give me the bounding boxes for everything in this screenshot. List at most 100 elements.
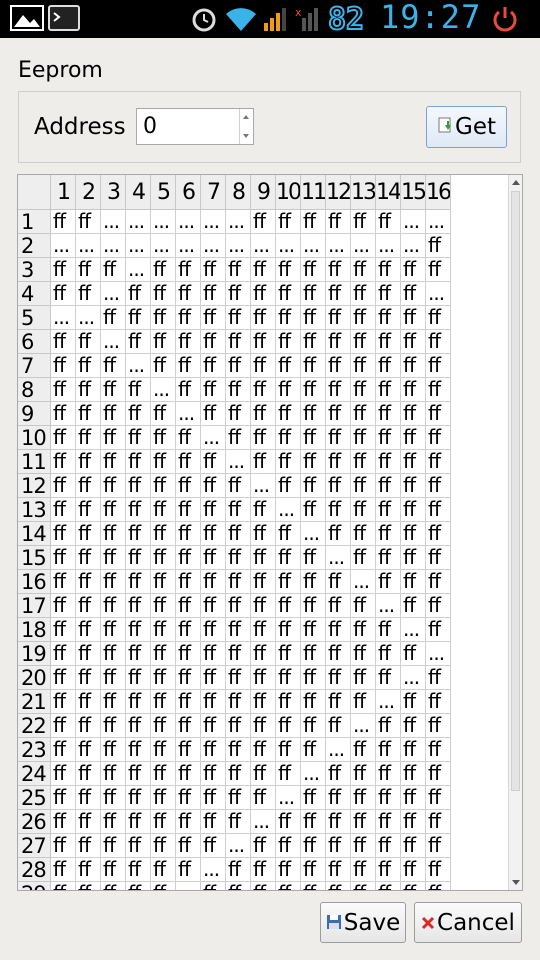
table-cell[interactable]: ff	[426, 810, 451, 834]
table-cell[interactable]: ff	[226, 690, 251, 714]
table-cell[interactable]: ff	[101, 402, 126, 426]
table-cell[interactable]: ff	[251, 210, 276, 234]
table-cell[interactable]: ff	[151, 786, 176, 810]
table-cell[interactable]: ff	[176, 330, 201, 354]
table-cell[interactable]: ff	[76, 258, 101, 282]
column-header[interactable]: 7	[201, 175, 226, 210]
table-cell[interactable]: ...	[201, 210, 226, 234]
table-cell[interactable]: ff	[126, 642, 151, 666]
column-header[interactable]: 10	[276, 175, 301, 210]
spin-up-icon[interactable]	[243, 115, 249, 119]
row-header[interactable]: 28	[18, 858, 51, 882]
table-cell[interactable]: ff	[376, 762, 401, 786]
table-cell[interactable]: ff	[126, 306, 151, 330]
table-cell[interactable]: ff	[151, 306, 176, 330]
table-cell[interactable]: ff	[301, 642, 326, 666]
table-cell[interactable]: ff	[401, 306, 426, 330]
table-cell[interactable]: ff	[401, 402, 426, 426]
table-cell[interactable]: ff	[101, 666, 126, 690]
table-cell[interactable]: ff	[301, 498, 326, 522]
table-cell[interactable]: ff	[151, 618, 176, 642]
table-cell[interactable]: ff	[151, 810, 176, 834]
table-cell[interactable]: ff	[326, 618, 351, 642]
table-cell[interactable]: ...	[226, 234, 251, 258]
table-cell[interactable]: ff	[301, 714, 326, 738]
column-header[interactable]: 3	[101, 175, 126, 210]
table-cell[interactable]: ff	[251, 762, 276, 786]
table-cell[interactable]: ff	[101, 378, 126, 402]
table-cell[interactable]: ff	[426, 522, 451, 546]
table-cell[interactable]: ff	[226, 282, 251, 306]
table-cell[interactable]: ff	[51, 618, 76, 642]
table-cell[interactable]: ff	[301, 810, 326, 834]
table-cell[interactable]: ff	[51, 258, 76, 282]
table-cell[interactable]: ff	[276, 522, 301, 546]
table-cell[interactable]: ff	[426, 546, 451, 570]
table-cell[interactable]: ff	[51, 858, 76, 882]
table-cell[interactable]: ff	[401, 594, 426, 618]
table-cell[interactable]: ff	[351, 834, 376, 858]
row-header[interactable]: 25	[18, 786, 51, 810]
table-cell[interactable]: ff	[376, 402, 401, 426]
table-cell[interactable]: ff	[201, 834, 226, 858]
power-icon[interactable]	[490, 4, 520, 38]
table-cell[interactable]: ff	[201, 690, 226, 714]
spin-arrows[interactable]	[239, 109, 253, 144]
table-cell[interactable]: ff	[201, 642, 226, 666]
table-cell[interactable]: ff	[226, 858, 251, 882]
row-header[interactable]: 15	[18, 546, 51, 570]
table-cell[interactable]: ff	[251, 666, 276, 690]
table-cell[interactable]: ff	[176, 786, 201, 810]
table-cell[interactable]: ff	[176, 354, 201, 378]
table-cell[interactable]: ff	[101, 594, 126, 618]
table-cell[interactable]: ff	[276, 810, 301, 834]
table-cell[interactable]: ff	[151, 834, 176, 858]
table-cell[interactable]: ff	[326, 498, 351, 522]
table-cell[interactable]: ff	[126, 282, 151, 306]
table-cell[interactable]: ff	[426, 594, 451, 618]
table-cell[interactable]: ff	[326, 690, 351, 714]
table-cell[interactable]: ...	[326, 738, 351, 762]
table-cell[interactable]: ff	[151, 738, 176, 762]
table-cell[interactable]: ff	[126, 666, 151, 690]
table-cell[interactable]: ff	[101, 834, 126, 858]
table-cell[interactable]: ff	[351, 786, 376, 810]
table-cell[interactable]: ff	[151, 666, 176, 690]
table-cell[interactable]: ff	[401, 498, 426, 522]
table-cell[interactable]: ff	[301, 786, 326, 810]
table-cell[interactable]: ff	[176, 570, 201, 594]
table-cell[interactable]: ff	[176, 426, 201, 450]
table-cell[interactable]: ff	[326, 786, 351, 810]
table-cell[interactable]: ff	[151, 690, 176, 714]
table-grid[interactable]: ff ff.................. ff ff ff ff ff ff......…	[51, 210, 451, 890]
table-cell[interactable]: ff	[176, 690, 201, 714]
table-cell[interactable]: ff	[426, 834, 451, 858]
row-header[interactable]: 12	[18, 474, 51, 498]
table-cell[interactable]: ff	[51, 546, 76, 570]
table-cell[interactable]: ff	[401, 258, 426, 282]
table-cell[interactable]: ff	[151, 498, 176, 522]
row-header[interactable]: 10	[18, 426, 51, 450]
table-cell[interactable]: ff	[151, 258, 176, 282]
table-cell[interactable]: ff	[51, 522, 76, 546]
table-cell[interactable]: ff	[126, 690, 151, 714]
table-cell[interactable]: ff	[126, 786, 151, 810]
table-cell[interactable]: ff	[326, 570, 351, 594]
table-cell[interactable]: ff	[351, 378, 376, 402]
table-cell[interactable]: ff	[101, 858, 126, 882]
table-cell[interactable]: ff	[426, 378, 451, 402]
table-cell[interactable]: ...	[201, 858, 226, 882]
column-header[interactable]: 13	[351, 175, 376, 210]
table-cell[interactable]: ff	[51, 378, 76, 402]
table-cell[interactable]: ff	[226, 810, 251, 834]
table-cell[interactable]: ff	[351, 738, 376, 762]
table-cell[interactable]: ...	[176, 210, 201, 234]
table-cell[interactable]: ...	[401, 666, 426, 690]
table-cell[interactable]: ff	[151, 450, 176, 474]
table-cell[interactable]: ff	[76, 450, 101, 474]
table-cell[interactable]: ff	[351, 450, 376, 474]
table-cell[interactable]: ff	[76, 882, 101, 890]
table-cell[interactable]: ff	[151, 402, 176, 426]
table-cell[interactable]: ff	[301, 618, 326, 642]
column-header[interactable]: 5	[151, 175, 176, 210]
